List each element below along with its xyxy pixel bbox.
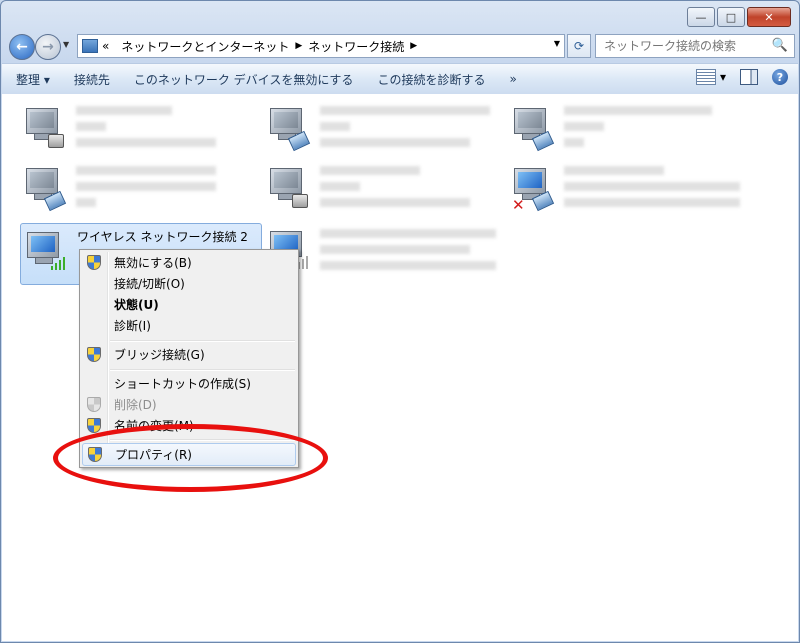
minimize-button[interactable]: — [687,7,715,27]
network-connection-item[interactable] [264,100,504,160]
search-box[interactable]: 🔍 [595,34,795,58]
context-menu: 無効にする(B) 接続/切断(O) 状態(U) 診断(I) ブリッジ接続(G) … [79,249,299,468]
explorer-window: — □ ✕ ← → ▼ « ネットワークとインターネット ▶ ネットワーク接続 … [0,0,800,643]
menu-item-rename[interactable]: 名前の変更(M) [82,415,296,436]
address-bar[interactable]: « ネットワークとインターネット ▶ ネットワーク接続 ▶ ▼ [77,34,565,58]
menu-item-connect-disconnect[interactable]: 接続/切断(O) [82,273,296,294]
view-dropdown-icon[interactable]: ▾ [720,70,726,84]
network-folder-icon [82,39,98,53]
network-connection-item[interactable]: ✕ [508,160,748,220]
help-icon[interactable]: ? [772,69,788,85]
more-commands-button[interactable]: » [509,72,516,86]
network-connection-item[interactable] [264,223,504,283]
uac-shield-icon [87,255,101,270]
uac-shield-icon [88,447,102,462]
menu-item-disable[interactable]: 無効にする(B) [82,252,296,273]
caption-buttons: — □ ✕ [687,7,791,27]
breadcrumb: « ネットワークとインターネット ▶ ネットワーク接続 ▶ [102,38,423,55]
breadcrumb-network-connections[interactable]: ネットワーク接続 [308,38,404,55]
search-icon[interactable]: 🔍 [772,38,788,53]
connection-title: ワイヤレス ネットワーク接続 2 [77,230,248,244]
network-computer-icon: ✕ [512,168,555,214]
menu-item-properties[interactable]: プロパティ(R) [82,443,296,466]
disable-device-button[interactable]: このネットワーク デバイスを無効にする [134,71,354,88]
refresh-button[interactable]: ⟳ [567,34,591,58]
network-computer-icon [26,108,64,148]
menu-separator [110,369,295,371]
forward-button[interactable]: → [35,34,61,60]
menu-separator [110,340,295,342]
signal-bars-icon [51,256,69,270]
uac-shield-icon [87,418,101,433]
command-bar: 整理 ▾ 接続先 このネットワーク デバイスを無効にする この接続を診断する »… [2,63,798,95]
address-dropdown-icon[interactable]: ▼ [554,39,560,48]
uac-shield-icon [87,397,101,412]
network-connection-item[interactable] [20,100,260,160]
connections-list: ✕ ワイヤレス ネットワーク接続 2 無効にする(B) 接続/切断(O) 状態(… [2,94,798,641]
menu-item-create-shortcut[interactable]: ショートカットの作成(S) [82,373,296,394]
breadcrumb-separator-icon[interactable]: ▶ [295,41,302,51]
maximize-button[interactable]: □ [717,7,745,27]
menu-item-bridge[interactable]: ブリッジ接続(G) [82,344,296,365]
wireless-computer-icon [27,232,65,272]
uac-shield-icon [87,347,101,362]
menu-item-diagnose[interactable]: 診断(I) [82,315,296,336]
network-connection-item[interactable] [264,160,504,220]
network-computer-icon [26,168,67,212]
network-connection-item[interactable] [20,160,260,220]
close-button[interactable]: ✕ [747,7,791,27]
breadcrumb-separator-icon[interactable]: ▶ [410,41,417,51]
breadcrumb-overflow[interactable]: « [102,39,109,53]
preview-pane-icon[interactable] [740,69,758,85]
search-input[interactable] [602,38,776,54]
diagnose-connection-button[interactable]: この接続を診断する [377,71,485,88]
network-computer-icon [270,108,311,152]
view-icon [695,69,716,85]
network-connection-item[interactable] [508,100,748,160]
back-button[interactable]: ← [9,34,35,60]
connect-to-button[interactable]: 接続先 [74,71,110,88]
organize-menu[interactable]: 整理 ▾ [16,71,50,88]
disconnected-x-icon: ✕ [512,196,525,214]
menu-item-status[interactable]: 状態(U) [82,294,296,315]
address-row: ← → ▼ « ネットワークとインターネット ▶ ネットワーク接続 ▶ ▼ ⟳ … [7,31,795,61]
recent-pages-dropdown[interactable]: ▼ [63,40,69,49]
menu-separator [110,439,295,441]
change-view-button[interactable]: ▾ [695,69,726,85]
menu-item-delete: 削除(D) [82,394,296,415]
toolbar-right: ▾ ? [695,69,788,85]
breadcrumb-network-internet[interactable]: ネットワークとインターネット [121,38,289,55]
network-computer-icon [514,108,555,152]
network-computer-icon [270,168,308,208]
